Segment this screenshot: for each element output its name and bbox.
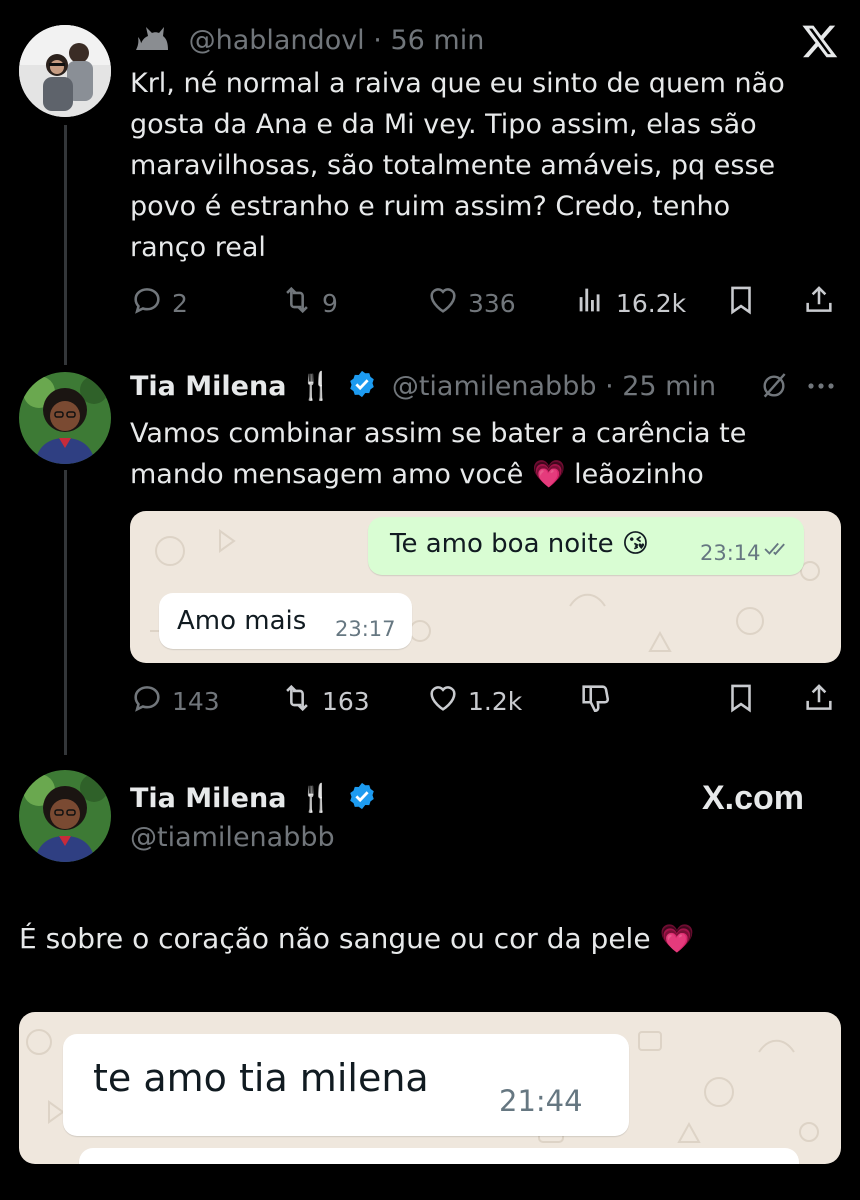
repost-count: 9 bbox=[322, 288, 338, 318]
views-icon bbox=[574, 283, 608, 323]
like-icon bbox=[426, 681, 460, 721]
more-icon[interactable] bbox=[806, 378, 836, 397]
grok-icon[interactable] bbox=[758, 370, 790, 406]
chat-bubble-incoming[interactable]: te amo tia milena 21:44 bbox=[63, 1034, 629, 1136]
tweet1-actions: 2 9 336 16.2k bbox=[130, 283, 842, 323]
share-icon bbox=[802, 681, 836, 721]
chat-message-time: 21:44 bbox=[499, 1084, 583, 1118]
chat-message-time: 23:14 bbox=[700, 541, 761, 565]
bookmark-icon bbox=[724, 681, 758, 721]
like-icon bbox=[426, 283, 460, 323]
avatar-hablandovl[interactable] bbox=[19, 25, 111, 117]
fork-knife-icon: 🍴 bbox=[299, 371, 333, 402]
whatsapp-screenshot[interactable]: Te amo boa noite 😘 23:14 Amo mais 23:17 bbox=[130, 511, 841, 663]
whatsapp-screenshot[interactable]: te amo tia milena 21:44 bbox=[19, 1012, 841, 1164]
share-button[interactable] bbox=[802, 681, 836, 721]
chat-bubble-outgoing[interactable]: Te amo boa noite 😘 23:14 bbox=[368, 517, 804, 575]
share-icon bbox=[802, 283, 836, 323]
dislike-button[interactable] bbox=[578, 681, 612, 721]
like-count: 336 bbox=[468, 288, 516, 318]
chat-bubble-incoming-partial bbox=[79, 1148, 799, 1164]
tweet1-line: gosta da Ana e da Mi vey. Tipo assim, el… bbox=[130, 109, 757, 140]
tweet1-text: Krl, né normal a raiva que eu sinto de q… bbox=[130, 63, 830, 268]
reply-button[interactable]: 2 bbox=[130, 283, 188, 323]
tweet1-line: ranço real bbox=[130, 232, 266, 263]
like-count: 1.2k bbox=[468, 686, 523, 716]
tweet2-name[interactable]: Tia Milena bbox=[130, 371, 286, 402]
tweet2-handle[interactable]: @tiamilenabbb bbox=[392, 371, 597, 402]
reply-count: 2 bbox=[172, 288, 188, 318]
tweet2-line: mando mensagem amo você 💗 leãozinho bbox=[130, 459, 704, 490]
like-button[interactable]: 1.2k bbox=[426, 681, 522, 721]
x-com-watermark: X.com bbox=[702, 779, 805, 817]
tweet1-line: maravilhosas, são totalmente amáveis, pq… bbox=[130, 150, 776, 181]
verified-icon[interactable] bbox=[347, 369, 377, 406]
fork-knife-icon: 🍴 bbox=[299, 783, 333, 814]
tweet1-header: @hablandovl · 56 min bbox=[132, 20, 484, 63]
reply-count: 143 bbox=[172, 686, 220, 716]
reply-button[interactable]: 143 bbox=[130, 681, 220, 721]
thread-connector bbox=[64, 470, 67, 755]
tweet3-handle[interactable]: @tiamilenabbb bbox=[130, 822, 335, 853]
tweet2-line: Vamos combinar assim se bater a carência… bbox=[130, 418, 747, 449]
x-logo-icon[interactable] bbox=[800, 22, 840, 60]
tweet1-handle[interactable]: @hablandovl bbox=[189, 25, 365, 56]
repost-icon bbox=[280, 681, 314, 721]
avatar-tiamilena[interactable] bbox=[19, 372, 111, 464]
tweet3-text: É sobre o coração não sangue ou cor da p… bbox=[19, 922, 695, 955]
tweet3-name[interactable]: Tia Milena bbox=[130, 783, 286, 814]
verified-icon[interactable] bbox=[347, 781, 377, 818]
chat-bubble-incoming[interactable]: Amo mais 23:17 bbox=[159, 593, 412, 649]
read-ticks-icon bbox=[764, 541, 788, 561]
chat-message-text: Te amo boa noite 😘 bbox=[390, 529, 649, 559]
tweet2-text: Vamos combinar assim se bater a carência… bbox=[130, 413, 830, 495]
chat-message-text: Amo mais bbox=[177, 606, 307, 636]
chat-message-time: 23:17 bbox=[335, 617, 396, 641]
tweet1-line: povo é estranho e ruim assim? Credo, ten… bbox=[130, 191, 731, 222]
cat-icon bbox=[132, 20, 172, 63]
reply-icon bbox=[130, 681, 164, 721]
share-button[interactable] bbox=[802, 283, 836, 323]
tweet2-time[interactable]: 25 min bbox=[622, 371, 716, 402]
tweet1-line: Krl, né normal a raiva que eu sinto de q… bbox=[130, 68, 785, 99]
repost-count: 163 bbox=[322, 686, 370, 716]
repost-button[interactable]: 163 bbox=[280, 681, 370, 721]
tweet2-actions: 143 163 1.2k bbox=[130, 681, 842, 721]
views-button[interactable]: 16.2k bbox=[574, 283, 686, 323]
dislike-icon bbox=[578, 681, 612, 721]
tweet2-header: Tia Milena 🍴 @tiamilenabbb · 25 min bbox=[130, 369, 716, 406]
repost-icon bbox=[280, 283, 314, 323]
tweet1-time[interactable]: 56 min bbox=[390, 25, 484, 56]
bookmark-button[interactable] bbox=[724, 283, 758, 323]
like-button[interactable]: 336 bbox=[426, 283, 516, 323]
thread-connector bbox=[64, 125, 67, 365]
avatar-tiamilena[interactable] bbox=[19, 770, 111, 862]
reply-icon bbox=[130, 283, 164, 323]
views-count: 16.2k bbox=[616, 288, 687, 318]
tweet3-name-row: Tia Milena 🍴 bbox=[130, 781, 377, 818]
chat-message-text: te amo tia milena bbox=[93, 1056, 429, 1100]
bookmark-button[interactable] bbox=[724, 681, 758, 721]
bookmark-icon bbox=[724, 283, 758, 323]
repost-button[interactable]: 9 bbox=[280, 283, 338, 323]
